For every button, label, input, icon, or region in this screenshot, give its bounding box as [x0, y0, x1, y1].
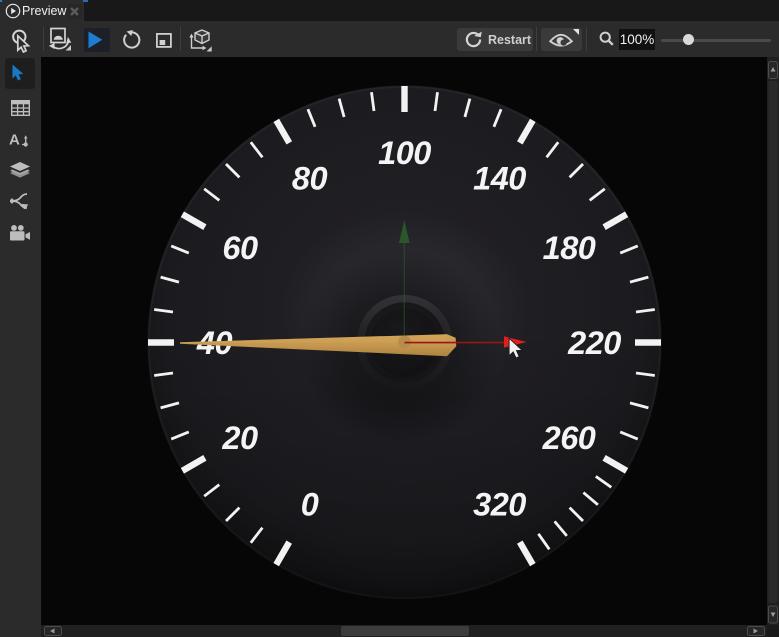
svg-text:260: 260 — [542, 420, 596, 456]
svg-text:80: 80 — [292, 161, 328, 197]
svg-text:60: 60 — [222, 230, 258, 266]
svg-text:20: 20 — [221, 420, 258, 456]
svg-text:320: 320 — [473, 487, 526, 523]
svg-text:100: 100 — [378, 135, 431, 171]
svg-text:A: A — [9, 132, 20, 149]
svg-text:140: 140 — [473, 161, 526, 197]
svg-text:220: 220 — [567, 325, 621, 361]
svg-text:0: 0 — [301, 487, 319, 523]
svg-text:180: 180 — [543, 230, 596, 266]
